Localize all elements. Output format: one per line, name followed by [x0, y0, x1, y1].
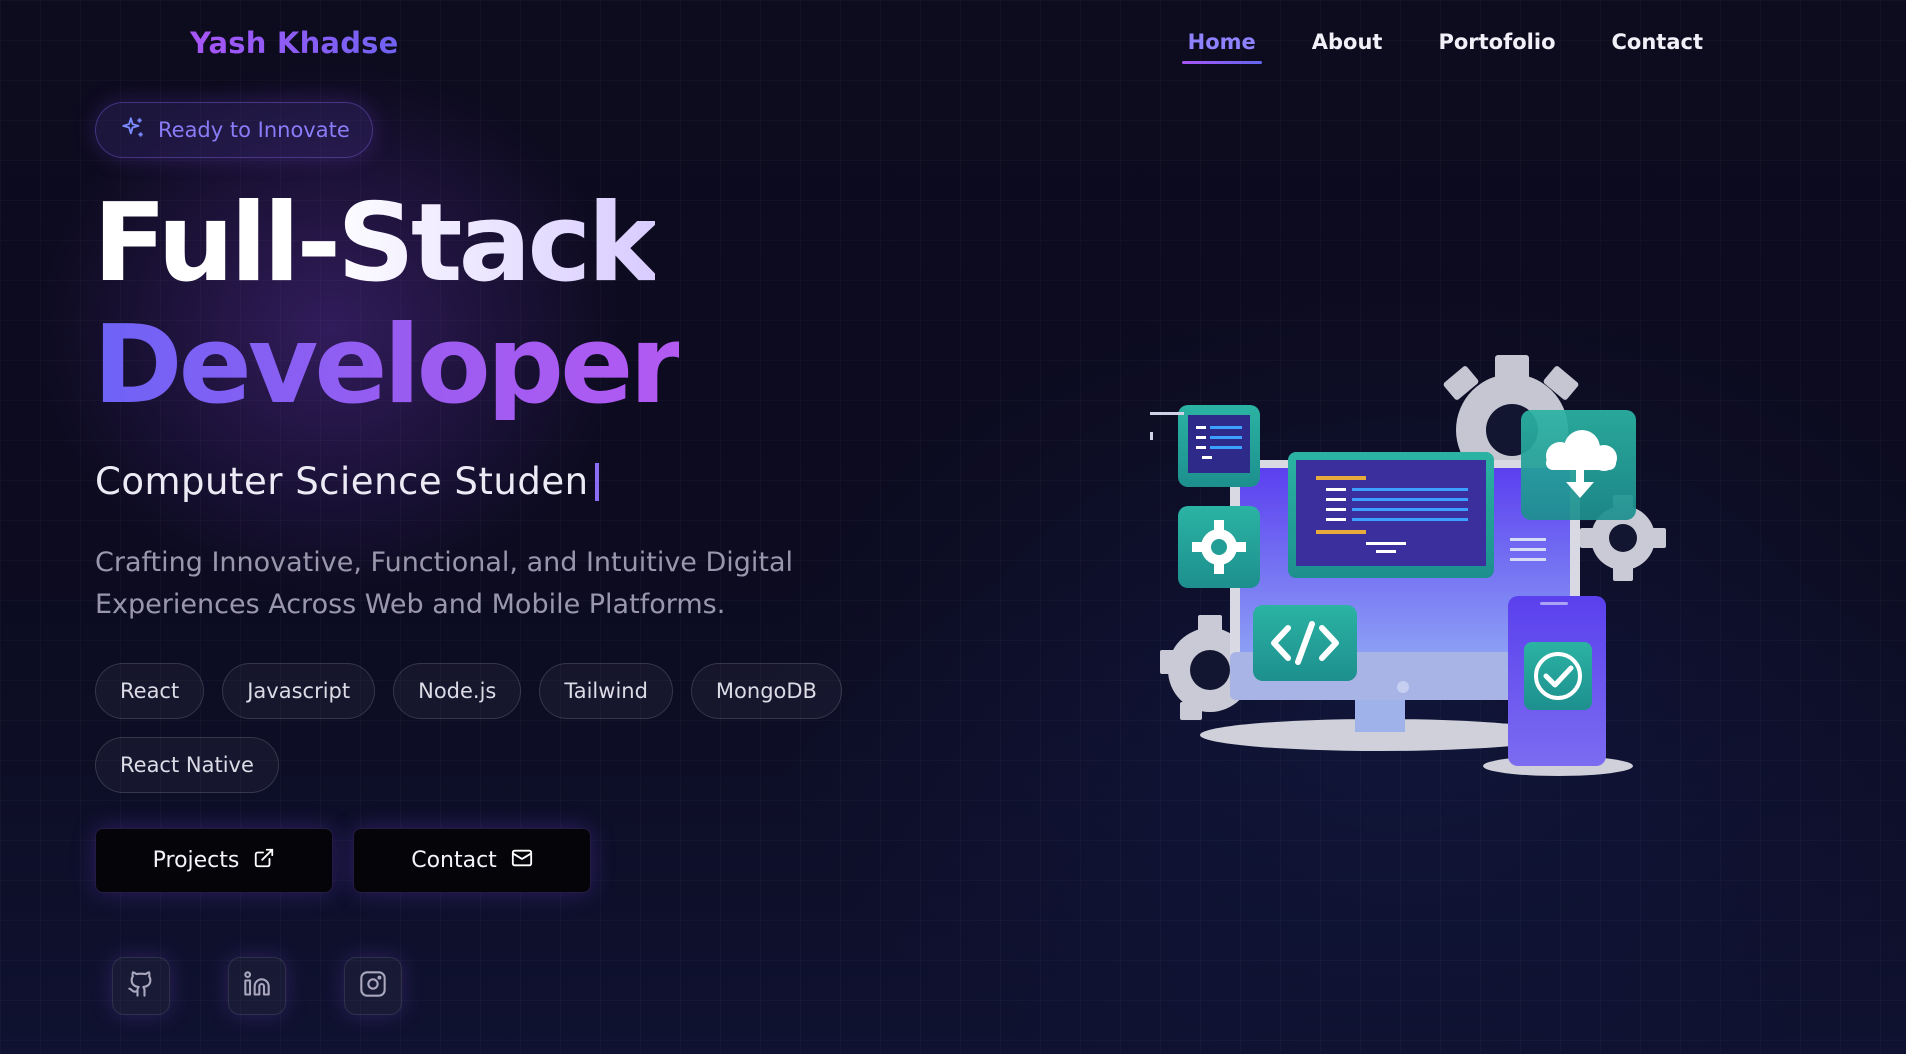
nav-home[interactable]: Home	[1181, 30, 1262, 64]
sparkles-icon	[120, 115, 146, 145]
page: Yash Khadse Home About Portofolio Contac…	[0, 0, 1906, 1054]
github-link[interactable]	[112, 957, 170, 1015]
contact-button[interactable]: Contact	[353, 828, 591, 893]
skill-chip-tailwind: Tailwind	[539, 663, 673, 719]
skill-chip-nodejs: Node.js	[393, 663, 522, 719]
projects-button-label: Projects	[152, 848, 240, 873]
skill-chip-react: React	[95, 663, 205, 719]
brand-logo[interactable]: Yash Khadse	[190, 26, 399, 60]
skill-chip-mongodb: MongoDB	[690, 663, 842, 719]
nav-portofolio[interactable]: Portofolio	[1432, 30, 1561, 64]
badge-label: Ready to Innovate	[158, 118, 350, 142]
innovate-badge: Ready to Innovate	[95, 102, 373, 158]
github-icon	[127, 970, 155, 1002]
headline-full-stack: Full-Stack	[93, 181, 659, 306]
description-line: Experiences Across Web and Mobile Platfo…	[95, 589, 726, 620]
mail-icon	[511, 847, 533, 875]
typed-text: Computer Science Studen	[95, 460, 589, 503]
main-nav: Home About Portofolio Contact	[1181, 30, 1710, 64]
headline-developer: Developer	[93, 303, 683, 428]
skill-chip-javascript: Javascript	[222, 663, 376, 719]
hero-description: Crafting Innovative, Functional, and Int…	[95, 542, 815, 626]
developer-illustration	[1150, 350, 1670, 780]
linkedin-link[interactable]	[228, 957, 286, 1015]
typing-caret	[594, 462, 599, 501]
linkedin-icon	[243, 970, 271, 1002]
description-line: Crafting Innovative, Functional, and Int…	[95, 547, 794, 578]
instagram-icon	[359, 970, 387, 1002]
instagram-link[interactable]	[344, 957, 402, 1015]
nav-about[interactable]: About	[1306, 30, 1389, 64]
external-link-icon	[253, 847, 275, 875]
projects-button[interactable]: Projects	[95, 828, 333, 893]
skill-chips: React Javascript Node.js Tailwind MongoD…	[95, 663, 895, 793]
skill-chip-react-native: React Native	[95, 737, 279, 793]
typed-subtitle: Computer Science Studen	[95, 460, 599, 503]
contact-button-label: Contact	[411, 848, 497, 873]
nav-contact[interactable]: Contact	[1606, 30, 1710, 64]
